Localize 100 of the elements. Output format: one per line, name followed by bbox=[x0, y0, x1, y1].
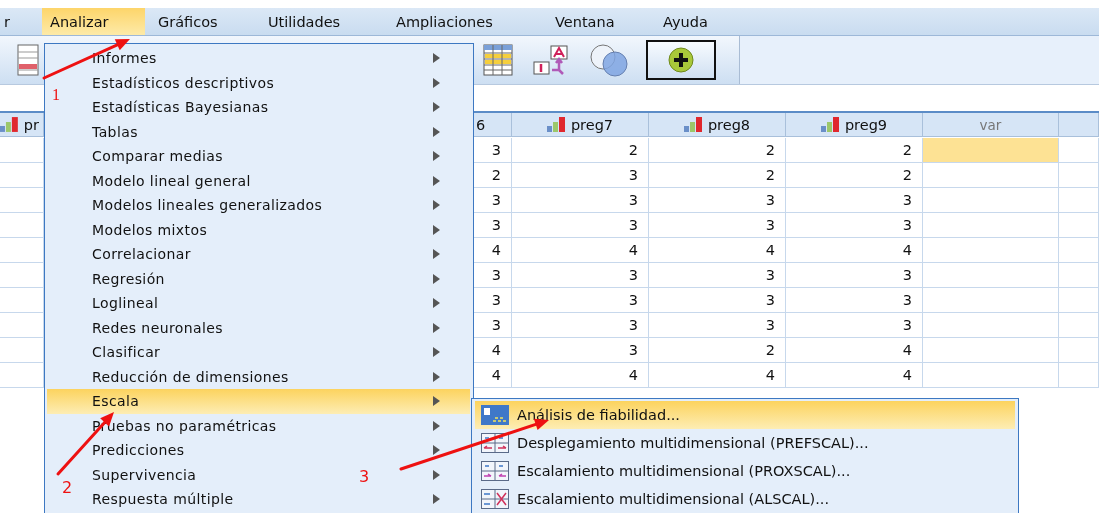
table-cell[interactable]: 2 bbox=[649, 138, 786, 163]
table-cell[interactable] bbox=[923, 338, 1059, 363]
menu-item[interactable]: Tablas bbox=[92, 123, 138, 140]
table-cell[interactable]: 3 bbox=[512, 213, 649, 238]
submenu-item[interactable]: Análisis de fiabilidad... bbox=[475, 401, 1015, 429]
table-cell[interactable] bbox=[1059, 188, 1099, 213]
table-cell[interactable] bbox=[923, 363, 1059, 388]
menu-item[interactable]: Loglineal bbox=[92, 295, 159, 312]
column-label: 6 bbox=[476, 116, 486, 133]
menu-item[interactable]: Modelos lineales generalizados bbox=[92, 197, 323, 214]
menu-item[interactable]: Comparar medias bbox=[92, 148, 223, 165]
column-header[interactable] bbox=[1059, 113, 1099, 137]
menu-item[interactable]: Reducción de dimensiones bbox=[92, 368, 289, 385]
table-cell[interactable]: 4 bbox=[512, 363, 649, 388]
table-cell[interactable]: 3 bbox=[649, 288, 786, 313]
table-cell[interactable]: 2 bbox=[649, 338, 786, 363]
column-header[interactable]: var bbox=[923, 113, 1059, 137]
table-cell[interactable] bbox=[923, 288, 1059, 313]
table-cell[interactable]: 3 bbox=[786, 313, 923, 338]
menu-item[interactable]: Respuesta múltiple bbox=[92, 491, 234, 508]
table-cell[interactable]: 3 bbox=[786, 263, 923, 288]
menu-item[interactable]: Correlacionar bbox=[92, 246, 191, 263]
column-header[interactable]: preg8 bbox=[649, 113, 786, 137]
menu-item[interactable]: Modelos mixtos bbox=[92, 221, 208, 238]
submenu-item[interactable]: Escalamiento multidimensional (ALSCAL)... bbox=[475, 485, 1015, 513]
menu-bar-item[interactable]: Ampliaciones bbox=[384, 8, 543, 35]
menu-bar-item[interactable]: r bbox=[0, 8, 42, 35]
table-cell[interactable] bbox=[1059, 363, 1099, 388]
column-header[interactable]: pr bbox=[0, 113, 44, 137]
submenu-item[interactable]: Escalamiento multidimensional (PROXSCAL)... bbox=[475, 457, 1015, 485]
table-cell[interactable] bbox=[923, 313, 1059, 338]
table-cell[interactable] bbox=[1059, 163, 1099, 188]
menu-item[interactable]: Regresión bbox=[92, 270, 165, 287]
menu-bar-item[interactable]: Ayuda bbox=[651, 8, 741, 35]
procedure-icon bbox=[481, 489, 509, 509]
table-cell[interactable]: 2 bbox=[649, 163, 786, 188]
menu-item[interactable]: Predicciones bbox=[92, 442, 185, 459]
table-cell[interactable]: 3 bbox=[649, 213, 786, 238]
menu-item[interactable]: Informes bbox=[92, 50, 157, 67]
table-cell[interactable]: 3 bbox=[512, 163, 649, 188]
table-cell[interactable] bbox=[1059, 213, 1099, 238]
table-cell[interactable] bbox=[1059, 313, 1099, 338]
bar-chart-icon bbox=[683, 117, 702, 132]
table-cell[interactable]: 2 bbox=[786, 163, 923, 188]
table-cell[interactable] bbox=[923, 238, 1059, 263]
menu-item[interactable]: Estadísticos descriptivos bbox=[92, 74, 275, 91]
table-cell[interactable] bbox=[1059, 238, 1099, 263]
table-cell[interactable] bbox=[1059, 338, 1099, 363]
menu-bar-item[interactable]: Ventana bbox=[543, 8, 651, 35]
menu-bar-item[interactable]: Gráficos bbox=[145, 8, 255, 35]
table-cell[interactable] bbox=[923, 188, 1059, 213]
table-cell[interactable]: 3 bbox=[649, 188, 786, 213]
menu-bar-item[interactable]: Analizar bbox=[42, 8, 145, 35]
menu-item[interactable]: Modelo lineal general bbox=[92, 172, 251, 189]
menu-item[interactable]: Estadísticas Bayesianas bbox=[92, 99, 269, 116]
table-cell[interactable]: 3 bbox=[512, 338, 649, 363]
column-label: preg7 bbox=[570, 116, 614, 133]
table-cell[interactable] bbox=[923, 213, 1059, 238]
column-header[interactable]: 6 bbox=[474, 113, 512, 137]
step-number: 2 bbox=[62, 478, 73, 497]
value-labels-icon bbox=[533, 44, 569, 76]
table-cell[interactable]: 3 bbox=[512, 263, 649, 288]
column-label: preg8 bbox=[707, 116, 751, 133]
table-cell[interactable]: 4 bbox=[786, 338, 923, 363]
menu-item[interactable]: Redes neuronales bbox=[92, 319, 223, 336]
table-cell[interactable]: 4 bbox=[786, 363, 923, 388]
column-header[interactable]: preg7 bbox=[512, 113, 649, 137]
table-cell[interactable]: 3 bbox=[512, 188, 649, 213]
table-cell[interactable] bbox=[1059, 288, 1099, 313]
grid-icon bbox=[483, 44, 513, 76]
table-cell[interactable] bbox=[923, 163, 1059, 188]
column-header[interactable]: preg9 bbox=[786, 113, 923, 137]
toolbar-button[interactable] bbox=[646, 40, 716, 80]
table-cell[interactable]: 4 bbox=[649, 363, 786, 388]
table-cell[interactable]: 3 bbox=[786, 188, 923, 213]
menu-bar-item[interactable]: Utilidades bbox=[255, 8, 384, 35]
bar-chart-icon bbox=[820, 117, 839, 132]
table-cell[interactable]: 4 bbox=[512, 238, 649, 263]
table-cell[interactable] bbox=[923, 138, 1059, 163]
table-cell[interactable]: 4 bbox=[649, 238, 786, 263]
table-cell[interactable]: 4 bbox=[786, 238, 923, 263]
bar-chart-icon bbox=[0, 117, 18, 132]
table-cell[interactable]: 3 bbox=[649, 263, 786, 288]
menu-item[interactable]: Escala bbox=[47, 389, 470, 414]
menu-item[interactable]: Clasificar bbox=[92, 344, 161, 361]
table-cell[interactable] bbox=[1059, 263, 1099, 288]
table-cell[interactable]: 3 bbox=[786, 213, 923, 238]
procedure-icon bbox=[481, 461, 509, 481]
table-cell[interactable]: 3 bbox=[512, 313, 649, 338]
table-cell[interactable]: 2 bbox=[512, 138, 649, 163]
table-cell[interactable]: 3 bbox=[512, 288, 649, 313]
submenu-item[interactable]: Desplegamiento multidimensional (PREFSCAL)... bbox=[475, 429, 1015, 457]
menu-item[interactable]: Supervivencia bbox=[92, 466, 197, 483]
plus-icon bbox=[667, 46, 695, 74]
table-cell[interactable] bbox=[1059, 138, 1099, 163]
table-cell[interactable] bbox=[923, 263, 1059, 288]
column-label: pr bbox=[23, 116, 39, 133]
column-label: var bbox=[979, 116, 1002, 133]
table-cell[interactable]: 3 bbox=[649, 313, 786, 338]
table-cell[interactable]: 3 bbox=[786, 288, 923, 313]
